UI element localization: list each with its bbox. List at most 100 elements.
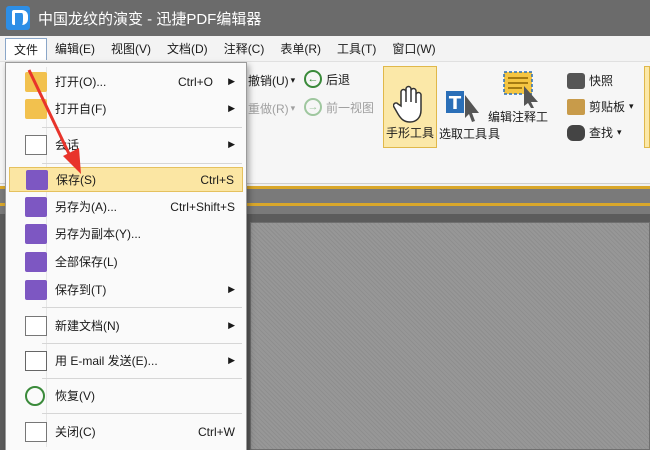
menu-item-label: 打开(O)... [55,75,107,89]
menu-separator [42,127,242,128]
menu-item-label: 另存为副本(Y)... [55,227,141,241]
previous-view-label: 前一视图 [326,100,375,115]
snapshot-button[interactable]: 快照 [567,72,613,89]
menu-separator [42,413,242,414]
find-dropdown-icon: ▾ [617,127,622,137]
clipboard-button[interactable]: 剪贴板 ▾ [567,98,634,115]
menu-item-label: 用 E-mail 发送(E)... [55,354,158,368]
redo-dropdown-icon: ▾ [290,103,296,113]
menu-item-label: 保存到(T) [55,283,107,297]
menu-item-save[interactable]: 保存(S) Ctrl+S [9,167,243,192]
revert-icon [25,385,45,406]
undo-label: 撤销(U) [248,74,289,88]
clipboard-dropdown-icon: ▾ [629,101,634,111]
edit-annotation-tool-label: 编辑注释工具 [488,110,549,141]
menu-item-open-from[interactable]: 打开自(F) ▶ [9,96,243,121]
clipboard-icon [567,98,585,115]
camera-icon [567,72,585,89]
session-icon [25,134,47,155]
menu-item-session[interactable]: 会话 ▶ [9,132,243,157]
menu-separator [42,307,242,308]
menu-document[interactable]: 文档(D) [159,38,216,60]
submenu-arrow-icon: ▶ [228,284,235,294]
hand-icon [393,85,422,123]
menu-item-open[interactable]: 打开(O)... Ctrl+O ▶ [9,69,243,94]
menu-item-save-to[interactable]: 保存到(T) ▶ [9,277,243,302]
annotation-edit-icon [503,71,538,108]
menu-item-save-all[interactable]: 全部保存(L) [9,249,243,274]
menu-view[interactable]: 视图(V) [103,38,159,60]
menu-item-shortcut: Ctrl+S [200,172,234,187]
new-document-icon [25,315,47,336]
menu-item-close[interactable]: 关闭(C) Ctrl+W [9,419,243,444]
menu-item-new-document[interactable]: 新建文档(N) ▶ [9,313,243,338]
submenu-arrow-icon: ▶ [228,355,235,365]
menu-item-label: 全部保存(L) [55,255,118,269]
undo-dropdown-icon: ▾ [290,75,296,85]
find-label: 查找 [589,126,614,140]
open-from-icon [25,98,47,119]
menu-item-label: 另存为(A)... [55,200,117,214]
menu-item-save-as[interactable]: 另存为(A)... Ctrl+Shift+S [9,194,243,219]
window-title: 中国龙纹的演变 - 迅捷PDF编辑器 [38,10,262,28]
save-to-icon [25,279,47,300]
menu-separator [42,343,242,344]
select-tool-button[interactable]: T 选取工具 [436,66,490,148]
back-arrow-icon: ← [304,70,322,88]
app-logo-icon [6,6,30,30]
submenu-arrow-icon: ▶ [228,139,235,149]
find-button[interactable]: 查找 ▾ [567,124,622,141]
menu-item-label: 新建文档(N) [55,319,120,333]
menu-tools[interactable]: 工具(T) [329,38,384,60]
binoculars-icon [567,124,585,141]
menu-item-save-copy[interactable]: 另存为副本(Y)... [9,221,243,246]
close-doc-icon [25,421,47,442]
file-menu-dropdown: 打开(O)... Ctrl+O ▶ 打开自(F) ▶ 会话 ▶ 保存(S) Ct… [5,62,247,450]
pdf-page[interactable] [250,222,650,450]
submenu-arrow-icon: ▶ [228,103,235,113]
menu-item-label: 保存(S) [56,173,96,187]
undo-button[interactable]: 撤销(U) ▾ [248,72,295,89]
forward-arrow-icon: → [304,98,322,116]
menu-item-label: 打开自(F) [55,102,107,116]
save-as-icon [25,196,47,217]
back-label: 后退 [326,72,351,87]
menu-form[interactable]: 表单(R) [272,38,329,60]
menu-item-label: 会话 [55,138,80,152]
text-select-icon: T [446,91,479,122]
snapshot-label: 快照 [589,74,614,88]
save-copy-icon [25,223,47,244]
clipboard-label: 剪贴板 [589,100,626,114]
menu-item-send-email[interactable]: 用 E-mail 发送(E)... ▶ [9,348,243,373]
menu-comment[interactable]: 注释(C) [216,38,273,60]
menu-item-label: 恢复(V) [55,389,95,403]
menu-edit[interactable]: 编辑(E) [47,38,103,60]
email-icon [25,350,47,371]
menu-item-shortcut: Ctrl+W [198,424,235,439]
menu-window[interactable]: 窗口(W) [384,38,443,60]
menu-item-shortcut: Ctrl+Shift+S [170,199,235,214]
save-icon [26,169,48,190]
menu-item-shortcut: Ctrl+O [177,74,213,89]
menu-file[interactable]: 文件 [5,37,48,60]
hand-tool-button[interactable]: 手形工具 [383,66,437,148]
menu-item-revert[interactable]: 恢复(V) [9,383,243,408]
save-all-icon [25,251,47,272]
previous-view-button[interactable]: → 前一视图 [304,98,374,116]
redo-button[interactable]: 重做(R) ▾ [248,100,295,117]
redo-label: 重做(R) [248,102,289,116]
menu-separator [42,163,242,164]
folder-open-icon [25,71,47,92]
submenu-arrow-icon: ▶ [228,76,235,86]
select-tool-label: 选取工具 [438,127,487,141]
edit-annotation-tool-button[interactable]: 编辑注释工具 [488,66,552,148]
ribbon-overflow-edge [644,66,650,148]
menu-bar: 文件 编辑(E) 视图(V) 文档(D) 注释(C) 表单(R) 工具(T) 窗… [0,36,650,62]
hand-tool-label: 手形工具 [385,126,434,140]
title-bar: 中国龙纹的演变 - 迅捷PDF编辑器 [0,0,650,36]
svg-text:T: T [449,93,462,114]
back-button[interactable]: ← 后退 [304,70,350,88]
menu-separator [42,378,242,379]
menu-item-label: 关闭(C) [55,425,96,439]
submenu-arrow-icon: ▶ [228,320,235,330]
